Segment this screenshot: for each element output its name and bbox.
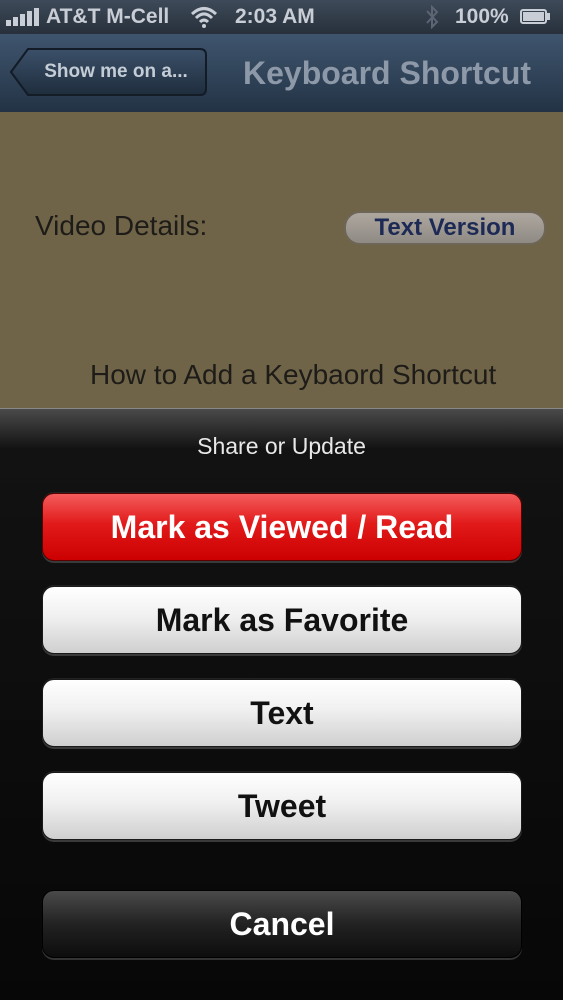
mark-favorite-button[interactable]: Mark as Favorite [42, 586, 522, 654]
battery-icon [520, 9, 550, 24]
battery-percentage: 100% [455, 5, 509, 28]
video-details-label: Video Details: [35, 210, 208, 241]
wifi-icon [190, 7, 218, 28]
navigation-bar: Show me on a... Keyboard Shortcut [0, 34, 563, 113]
bluetooth-icon [426, 4, 439, 30]
signal-icon [6, 8, 42, 26]
status-bar: AT&T M-Cell 2:03 AM 100% [0, 0, 563, 34]
action-sheet: Share or Update Mark as Viewed / Read Ma… [0, 408, 563, 1000]
tweet-button[interactable]: Tweet [42, 772, 522, 840]
action-sheet-title: Share or Update [197, 433, 366, 459]
phone-screen: AT&T M-Cell 2:03 AM 100% Show me on a...… [0, 0, 563, 1000]
cancel-button[interactable]: Cancel [42, 890, 522, 958]
video-title: How to Add a Keybaord Shortcut [90, 359, 497, 390]
page-title: Keyboard Shortcut [242, 55, 532, 91]
mark-viewed-button[interactable]: Mark as Viewed / Read [42, 493, 522, 561]
back-button-label: Show me on a... [44, 61, 188, 82]
text-button[interactable]: Text [42, 679, 522, 747]
carrier-name: AT&T M-Cell [46, 5, 170, 28]
text-version-button[interactable]: Text Version [344, 211, 546, 245]
video-details-content: Video Details: Text Version How to Add a… [0, 112, 563, 410]
status-time: 2:03 AM [235, 5, 315, 28]
back-button[interactable]: Show me on a... [10, 47, 208, 97]
